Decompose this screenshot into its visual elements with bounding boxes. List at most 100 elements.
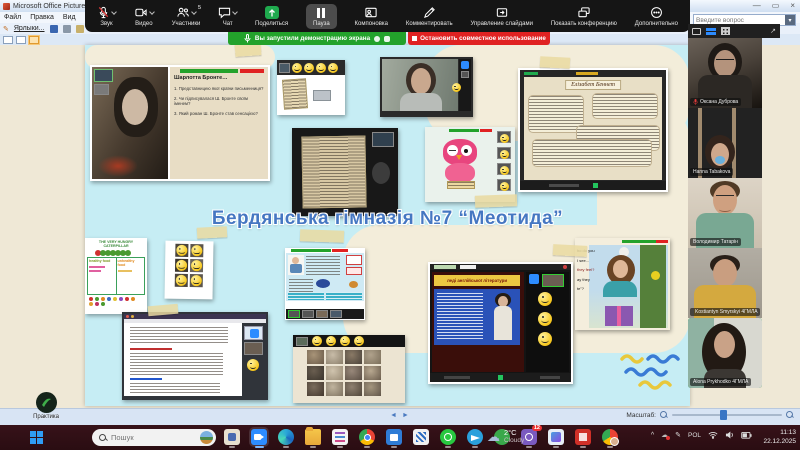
menu-edit[interactable]: Правка (30, 14, 54, 21)
thumbnail-view-icon[interactable] (3, 36, 13, 44)
shortcuts-button[interactable]: Ярлыки... (14, 25, 45, 32)
speaker-view-icon[interactable] (692, 28, 701, 35)
weather-widget[interactable]: ☁ 2°CCloudy (487, 428, 524, 444)
save-icon[interactable] (50, 25, 58, 33)
wifi-icon[interactable] (708, 431, 718, 439)
show-conference-button[interactable]: Показать конференцию (551, 6, 617, 27)
text-fragment: ay they (577, 275, 601, 285)
muted-mic-icon (693, 99, 698, 105)
participant-tile-oksana[interactable]: Оксана Дуброва (688, 38, 762, 108)
layout-icon (364, 6, 378, 19)
audio-button[interactable]: Звук (97, 6, 116, 27)
text-fragment: I see... (577, 256, 601, 266)
dropdown-icon[interactable]: ▾ (785, 15, 795, 25)
caterpillar-whiteboard: THE VERY HUNGRY CATERPILLAR healthy food… (85, 238, 147, 314)
stop-icon (412, 36, 417, 41)
strip-view-icon[interactable] (706, 28, 716, 35)
unhealthy-food-header: unhealthy food (118, 259, 144, 267)
clock[interactable]: 11:13 22.12.2025 (763, 428, 796, 446)
chat-button[interactable]: Чат (218, 6, 237, 27)
zoom-meeting-toolbar: Звук Видео 5 Участники Чат (85, 0, 690, 32)
scroll-right-icon[interactable]: ► (402, 412, 414, 419)
telegram-icon[interactable] (467, 429, 483, 445)
menu-file[interactable]: Файл (4, 14, 21, 21)
blue-lines-app-icon[interactable] (413, 429, 429, 445)
zoom-control: Масштаб: (626, 411, 794, 419)
close-button[interactable]: × (790, 1, 795, 10)
red-app-icon[interactable] (575, 429, 591, 445)
chevron-down-icon (111, 9, 117, 15)
charlotte-q2: 2. Чи підписувалася Ш. Бронте своїм імен… (174, 96, 264, 106)
start-button[interactable] (30, 431, 43, 444)
preview-icon[interactable] (76, 25, 84, 33)
language-indicator[interactable]: POL (688, 432, 701, 439)
smiley-grid-screenshot (164, 241, 213, 300)
taskbar: 12 ☁ 2°CCloudy ^ ☁ ✎ POL 11:13 22.12.202… (0, 425, 800, 450)
pencil-icon: ✎ (3, 25, 9, 33)
zoom-slider-thumb[interactable] (720, 410, 727, 420)
pause-icon (317, 8, 325, 18)
birthday-photo-card: ho do you I see... they feel? ay they te… (575, 238, 670, 330)
shared-collage-image: Шарлотта Бронте… 1. Представницею якої к… (85, 45, 690, 406)
search-highlight-image[interactable] (200, 431, 213, 444)
edge-icon[interactable] (278, 429, 294, 445)
zoom-slider[interactable] (672, 414, 782, 416)
zoom-in-icon[interactable] (786, 411, 794, 419)
participants-button[interactable]: 5 Участники (172, 6, 201, 27)
participants-icon (176, 6, 190, 19)
video-button[interactable]: Видео (134, 6, 154, 27)
more-button[interactable]: Дополнительно (635, 6, 678, 27)
waves-decoration (618, 352, 680, 390)
document-app-icon[interactable] (332, 429, 348, 445)
restore-button[interactable]: ▭ (772, 1, 780, 10)
weather-condition: Cloudy (504, 437, 524, 444)
screen-share-banner: Вы запустили демонстрацию экрана (228, 32, 406, 45)
photos-app-icon[interactable] (548, 429, 564, 445)
share-screen-icon (265, 6, 279, 19)
more-icon (650, 6, 663, 19)
help-search-input[interactable] (694, 17, 785, 24)
zoom-icon[interactable] (251, 429, 267, 445)
pen-icon[interactable]: ✎ (675, 431, 681, 439)
search-input[interactable] (111, 433, 196, 442)
share-button[interactable]: Поделиться (255, 6, 288, 27)
media-app-icon[interactable] (224, 429, 240, 445)
filmstrip-view-icon[interactable] (16, 36, 26, 44)
mic-icon (244, 34, 251, 43)
annotate-button[interactable]: Комментировать (406, 6, 453, 27)
gallery-view-icon[interactable] (721, 27, 730, 35)
old-book-drawing (282, 78, 308, 110)
elizabeth-title: Елізабет Беннет (565, 80, 621, 90)
whatsapp-icon[interactable] (440, 429, 456, 445)
manage-slides-button[interactable]: Управление слайдами (470, 6, 533, 27)
store-icon[interactable] (386, 429, 402, 445)
minimize-button[interactable]: — (753, 1, 761, 10)
scroll-left-icon[interactable]: ◄ (390, 412, 402, 419)
participant-tile-kostiantyn[interactable]: Kostiantyn Smyrskyi 4ГМЛА (688, 248, 762, 318)
zoom-label: Масштаб: (626, 412, 656, 419)
battery-icon[interactable] (741, 432, 752, 439)
tray-expand-icon[interactable]: ^ (651, 432, 654, 439)
participant-tile-volodymyr[interactable]: Володимир Татарін (688, 178, 762, 248)
pause-button[interactable]: Пауза (306, 4, 337, 29)
participant-tile-alona[interactable]: Alona Prykhodko 4ГМЛА (688, 318, 762, 388)
praktyka-app-icon (36, 392, 57, 413)
volume-icon[interactable] (725, 431, 734, 439)
file-explorer-icon[interactable] (305, 429, 321, 445)
onedrive-icon[interactable]: ☁ (661, 431, 668, 439)
stop-share-button[interactable]: Остановить совместное использование (408, 32, 550, 45)
weather-temp: 2°C (504, 428, 524, 437)
print-icon[interactable] (63, 25, 71, 33)
expand-icon[interactable]: ↗ (770, 27, 776, 35)
caterpillar-card-title: THE VERY HUNGRY CATERPILLAR (87, 240, 145, 248)
menu-view[interactable]: Вид (63, 14, 76, 21)
participant-tile-hanna[interactable]: Hanna Tabakova (688, 108, 762, 178)
webpage-screenshot (285, 248, 365, 320)
zoom-out-icon[interactable] (660, 411, 668, 419)
chrome-icon[interactable] (359, 429, 375, 445)
taskbar-search[interactable] (92, 429, 216, 446)
desktop-shortcut-praktyka[interactable]: Практика (14, 392, 78, 420)
single-view-icon[interactable] (29, 36, 39, 44)
layout-button[interactable]: Компоновка (355, 6, 388, 27)
chrome-profile-icon[interactable] (602, 429, 618, 445)
